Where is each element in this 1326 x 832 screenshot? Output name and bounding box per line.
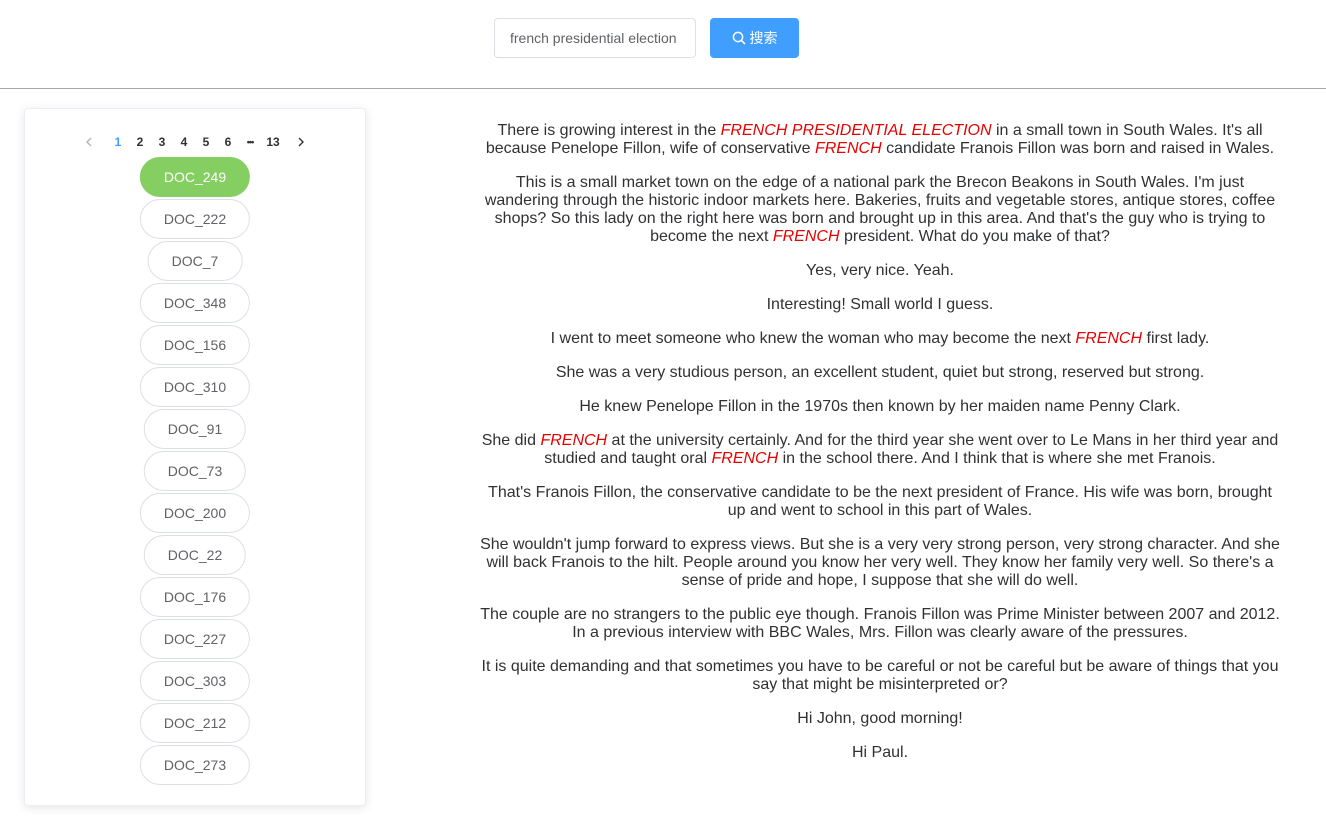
paragraph-text: in the school there. And I think that is… (778, 450, 1216, 467)
document-button[interactable]: DOC_273 (139, 745, 251, 785)
article-paragraph: This is a small market town on the edge … (478, 174, 1282, 246)
paragraph-text: She did (481, 432, 541, 449)
article-paragraph: There is growing interest in the FRENCH … (478, 122, 1282, 158)
document-button[interactable]: DOC_91 (143, 409, 247, 449)
highlighted-term: FRENCH (814, 140, 882, 157)
paragraph-text: That's Franois Fillon, the conservative … (488, 484, 1272, 519)
paragraph-text: president. What do you make of that? (839, 228, 1110, 245)
article-paragraph: Interesting! Small world I guess. (478, 296, 1282, 314)
document-button[interactable]: DOC_212 (139, 703, 251, 743)
document-button[interactable]: DOC_249 (139, 157, 251, 197)
document-button[interactable]: DOC_227 (139, 619, 251, 659)
page-6[interactable]: 6 (220, 133, 236, 151)
document-button[interactable]: DOC_7 (147, 241, 243, 281)
search-input[interactable] (494, 18, 696, 58)
article-paragraph: She wouldn't jump forward to express vie… (478, 536, 1282, 590)
page-3[interactable]: 3 (154, 133, 170, 151)
more-pages-ellipsis[interactable]: ••• (242, 133, 258, 151)
document-sidebar: 1 2 3 4 5 6 ••• 13 DOC_249 DOC_222 DOC_7 DO… (24, 108, 366, 806)
search-button-label: 搜索 (749, 31, 778, 47)
highlighted-term: FRENCH (711, 450, 779, 467)
highlighted-term: FRENCH (540, 432, 608, 449)
document-button[interactable]: DOC_200 (139, 493, 251, 533)
paragraph-text: She was a very studious person, an excel… (555, 364, 1205, 381)
paragraph-text: There is growing interest in the (497, 122, 721, 139)
paragraph-text: It is quite demanding and that sometimes… (481, 658, 1279, 693)
document-button[interactable]: DOC_348 (139, 283, 251, 323)
paragraph-text: candidate Franois Fillon was born and ra… (881, 140, 1275, 157)
document-button[interactable]: DOC_73 (143, 451, 247, 491)
paragraph-text: The couple are no strangers to the publi… (480, 606, 1280, 641)
paragraph-text: Interesting! Small world I guess. (766, 296, 994, 313)
paragraph-text: He knew Penelope Fillon in the 1970s the… (579, 398, 1181, 415)
page-1[interactable]: 1 (110, 133, 126, 151)
paragraph-text: Hi Paul. (851, 744, 909, 761)
highlighted-term: FRENCH (772, 228, 840, 245)
search-button[interactable]: 搜索 (710, 18, 799, 58)
document-button[interactable]: DOC_310 (139, 367, 251, 407)
article-paragraph: Yes, very nice. Yeah. (478, 262, 1282, 280)
next-page-icon[interactable] (293, 133, 309, 151)
article-paragraph: The couple are no strangers to the publi… (478, 606, 1282, 642)
paragraph-text: She wouldn't jump forward to express vie… (480, 536, 1280, 589)
prev-page-icon[interactable] (81, 133, 97, 151)
article-paragraph: He knew Penelope Fillon in the 1970s the… (478, 398, 1282, 416)
article-paragraph: It is quite demanding and that sometimes… (478, 658, 1282, 694)
document-button[interactable]: DOC_156 (139, 325, 251, 365)
article-paragraph: That's Franois Fillon, the conservative … (478, 484, 1282, 520)
page-4[interactable]: 4 (176, 133, 192, 151)
highlighted-term: FRENCH PRESIDENTIAL ELECTION (720, 122, 992, 139)
document-button[interactable]: DOC_176 (139, 577, 251, 617)
article-paragraph: I went to meet someone who knew the woma… (478, 330, 1282, 348)
document-button[interactable]: DOC_22 (143, 535, 247, 575)
top-search-bar: 搜索 (0, 0, 1326, 89)
document-content: There is growing interest in the FRENCH … (478, 122, 1282, 778)
article-paragraph: She did FRENCH at the university certain… (478, 432, 1282, 468)
article-paragraph: Hi Paul. (478, 744, 1282, 762)
pagination: 1 2 3 4 5 6 ••• 13 (25, 133, 365, 151)
paragraph-text: Hi John, good morning! (797, 710, 963, 727)
article-paragraph: She was a very studious person, an excel… (478, 364, 1282, 382)
highlighted-term: FRENCH (1075, 330, 1143, 347)
document-button[interactable]: DOC_303 (139, 661, 251, 701)
paragraph-text: Yes, very nice. Yeah. (806, 262, 954, 279)
paragraph-text: first lady. (1142, 330, 1210, 347)
page-5[interactable]: 5 (198, 133, 214, 151)
page-last[interactable]: 13 (262, 133, 284, 151)
page-2[interactable]: 2 (132, 133, 148, 151)
document-button[interactable]: DOC_222 (139, 199, 251, 239)
paragraph-text: I went to meet someone who knew the woma… (550, 330, 1076, 347)
search-icon (732, 31, 746, 45)
article-paragraph: Hi John, good morning! (478, 710, 1282, 728)
